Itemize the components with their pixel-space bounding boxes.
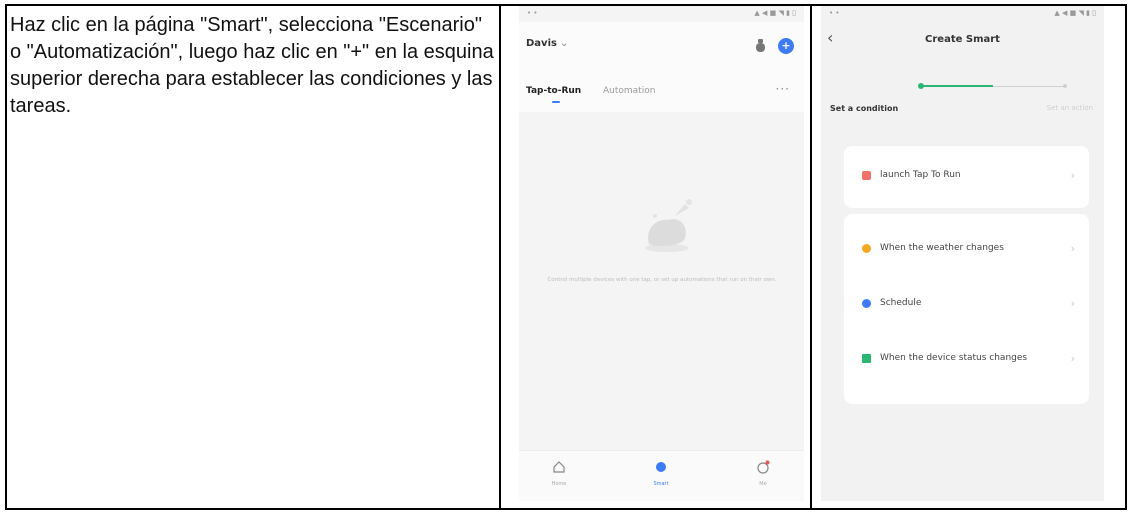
condition-row-launch-tap-to-run[interactable]: launch Tap To Run › (844, 157, 1089, 197)
create-smart-screenshot: • • ▲ ◀ ■ ◥ ▮ ▯ ‹ Create Smart Set a con… (821, 6, 1104, 501)
nav-home-label: Home (551, 481, 567, 487)
condition-row-device-status[interactable]: When the device status changes › (844, 340, 1089, 380)
condition-row-schedule[interactable]: Schedule › (844, 285, 1089, 325)
status-bar-right: ▲ ◀ ■ ◥ ▮ ▯ (1054, 9, 1096, 17)
device-status-icon (862, 354, 871, 363)
clock-icon (862, 299, 871, 308)
smart-icon (656, 462, 666, 472)
progress-step-dot (918, 83, 924, 89)
hand-icon (862, 171, 871, 180)
more-icon[interactable]: ··· (776, 82, 790, 96)
condition-label: launch Tap To Run (880, 170, 961, 180)
progress-fill (921, 85, 993, 87)
column-divider (499, 6, 501, 508)
step-set-condition: Set a condition (830, 104, 899, 113)
bottom-nav: Home Smart Me (519, 450, 804, 501)
me-icon (757, 460, 770, 474)
condition-label: Schedule (880, 298, 922, 308)
chevron-right-icon: › (1070, 242, 1075, 255)
device-icon[interactable] (754, 38, 767, 53)
home-selector[interactable]: Davis ⌄ (526, 38, 568, 49)
smart-page-screenshot: • • ▲ ◀ ■ ◥ ▮ ▯ Davis ⌄ + Tap-to-Run Auto… (519, 6, 804, 501)
smart-header: Davis ⌄ + Tap-to-Run Automation ··· (519, 22, 804, 112)
progress-end-dot (1063, 84, 1067, 88)
add-button[interactable]: + (778, 38, 794, 54)
chevron-down-icon: ⌄ (559, 38, 569, 49)
status-bar-left: • • (829, 9, 840, 17)
tab-tap-to-run[interactable]: Tap-to-Run (526, 86, 581, 96)
nav-smart-label: Smart (653, 481, 669, 487)
empty-state-text: Control multiple devices with one tap, o… (547, 277, 777, 283)
instruction-text: Haz clic en la página "Smart", seleccion… (10, 14, 494, 117)
empty-state-illustration (645, 199, 692, 252)
condition-label: When the device status changes (880, 353, 1028, 363)
weather-icon (862, 244, 871, 253)
nav-home[interactable]: Home (529, 459, 589, 487)
condition-label: When the weather changes (880, 243, 1004, 253)
chevron-right-icon: › (1070, 169, 1075, 182)
condition-card-secondary: When the weather changes › Schedule › Wh… (844, 214, 1089, 404)
nav-me[interactable]: Me (733, 459, 793, 487)
column-divider (810, 6, 812, 508)
page-title: Create Smart (925, 34, 1000, 45)
chevron-right-icon: › (1070, 352, 1075, 365)
home-icon (553, 461, 565, 473)
status-bar-left: • • (527, 9, 538, 17)
status-bar-right: ▲ ◀ ■ ◥ ▮ ▯ (754, 9, 796, 17)
nav-smart[interactable]: Smart (631, 459, 691, 487)
tab-automation[interactable]: Automation (603, 86, 655, 96)
status-bar: • • ▲ ◀ ■ ◥ ▮ ▯ (821, 6, 1104, 22)
status-bar: • • ▲ ◀ ■ ◥ ▮ ▯ (519, 6, 804, 22)
condition-row-weather[interactable]: When the weather changes › (844, 230, 1089, 270)
nav-me-label: Me (759, 481, 767, 487)
home-name-label: Davis (526, 38, 557, 49)
condition-card-primary: launch Tap To Run › (844, 146, 1089, 208)
chevron-right-icon: › (1070, 297, 1075, 310)
active-tab-indicator (552, 101, 560, 103)
step-set-action: Set an action (1046, 104, 1093, 112)
